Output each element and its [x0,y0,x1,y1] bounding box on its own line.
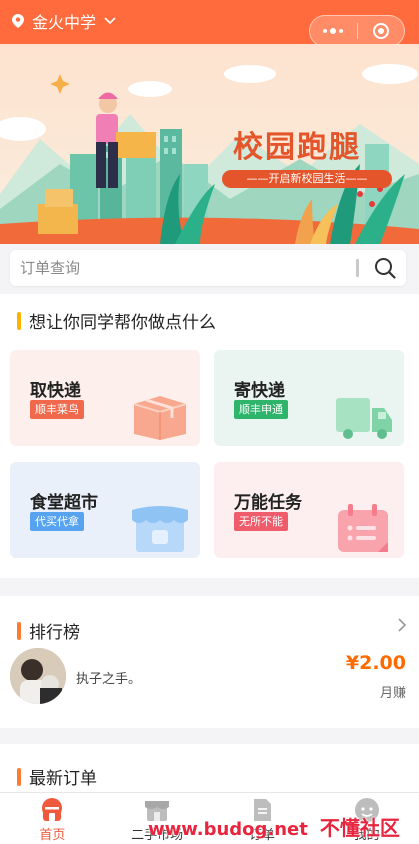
section-accent-bar [17,311,21,330]
store-icon [132,506,188,552]
service-card-pickup[interactable]: 取快递 顺丰菜鸟 [10,350,200,446]
chevron-down-icon [104,17,116,25]
close-mini-program-icon[interactable] [357,23,404,39]
service-tag: 无所不能 [234,512,288,531]
services-header: 想让你同学帮你做点什么 [17,308,216,333]
ranking-entry[interactable]: 执子之手。 ¥2.00 月赚 [10,648,410,708]
promo-banner[interactable]: 校园跑腿 ——开启新校园生活—— [0,44,419,244]
latest-orders-title: 最新订单 [29,769,97,789]
service-tag: 顺丰申通 [234,400,288,419]
rank-earning-amount: ¥2.00 [345,652,406,674]
latest-orders-header: 最新订单 [17,764,97,789]
service-card-anything[interactable]: 万能任务 无所不能 [214,462,404,558]
app-page: 金火中学 校园跑腿 ——开启新校园生活—— 订单查询 想让你同学帮你做点什么 取… [0,0,419,844]
delivery-truck-icon [336,398,392,439]
ranking-title: 排行榜 [29,623,80,643]
banner-title: 校园跑腿 [233,130,361,165]
section-accent-bar [17,621,21,640]
services-title: 想让你同学帮你做点什么 [29,313,216,333]
top-bar: 金火中学 [0,0,419,47]
ranking-section: 排行榜 执子之手。 ¥2.00 月赚 [0,596,419,728]
order-search-box [10,250,406,286]
service-name: 寄快递 [234,381,285,401]
avatar [10,648,66,704]
watermark-text: 不懂社区 [319,816,400,840]
service-tag: 顺丰菜鸟 [30,400,84,419]
order-search-input[interactable] [20,250,350,286]
tab-home[interactable]: 首页 [0,793,105,844]
section-accent-bar [17,767,21,786]
avatar-photo [10,648,66,704]
services-section: 想让你同学帮你做点什么 取快递 顺丰菜鸟 寄快递 顺丰申通 食堂超市 代买代拿 … [0,294,419,578]
rank-earning-label: 月赚 [379,686,406,701]
service-card-canteen[interactable]: 食堂超市 代买代拿 [10,462,200,558]
banner-subtitle: ——开启新校园生活—— [222,170,392,188]
service-tag: 代买代拿 [30,512,84,531]
search-icon[interactable] [374,257,396,279]
chevron-right-icon[interactable] [397,618,407,632]
calendar-task-icon [338,504,388,552]
tab-label: 首页 [39,828,66,843]
watermark-url: www.budog.net [148,819,308,840]
service-name: 食堂超市 [30,493,98,513]
home-icon [42,798,63,821]
service-name: 万能任务 [234,493,302,513]
more-menu-icon[interactable] [310,28,357,34]
mini-program-capsule [309,15,405,47]
site-watermark: www.budog.net 不懂社区 [148,812,400,841]
location-label: 金火中学 [32,13,97,32]
ranking-header: 排行榜 [17,618,80,643]
package-box-icon [133,396,187,440]
search-divider [356,259,359,277]
location-pin-icon [12,14,24,28]
location-selector[interactable]: 金火中学 [12,9,116,33]
rank-user-name: 执子之手。 [76,672,142,687]
service-name: 取快递 [30,381,81,401]
service-card-send[interactable]: 寄快递 顺丰申通 [214,350,404,446]
